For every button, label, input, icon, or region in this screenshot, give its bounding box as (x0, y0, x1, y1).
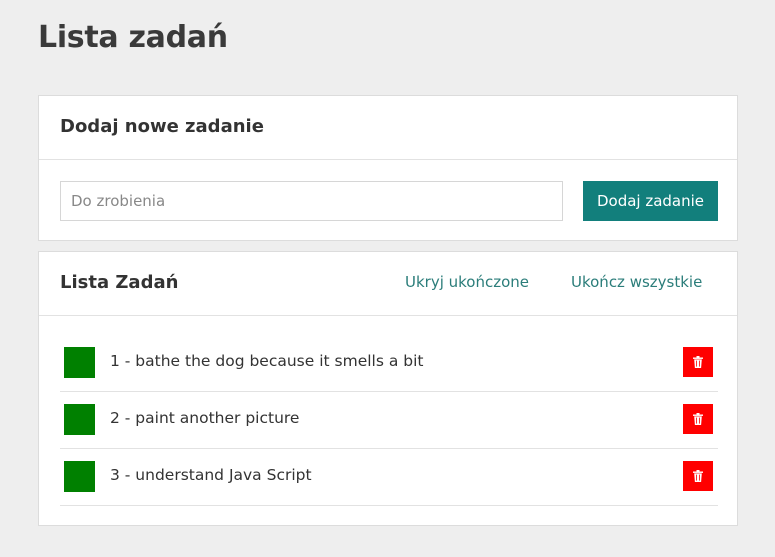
task-list-card: Lista Zadań Ukryj ukończone Ukończ wszys… (38, 251, 738, 526)
delete-task-button[interactable] (683, 404, 713, 434)
task-list-card-title: Lista Zadań (60, 272, 179, 293)
trash-icon (693, 470, 703, 482)
task-item: 3 - understand Java Script (60, 449, 718, 506)
delete-task-button[interactable] (683, 347, 713, 377)
task-item: 1 - bathe the dog because it smells a bi… (60, 335, 718, 392)
add-task-card: Dodaj nowe zadanie Dodaj zadanie (38, 95, 738, 241)
complete-all-link[interactable]: Ukończ wszystkie (571, 273, 702, 291)
task-complete-toggle[interactable] (64, 461, 95, 492)
task-complete-toggle[interactable] (64, 404, 95, 435)
new-task-input[interactable] (60, 181, 563, 221)
trash-icon (693, 356, 703, 368)
page: Lista zadań Dodaj nowe zadanie Dodaj zad… (0, 0, 775, 557)
add-task-card-title: Dodaj nowe zadanie (60, 116, 264, 137)
task-text: 3 - understand Java Script (110, 466, 312, 484)
task-text: 1 - bathe the dog because it smells a bi… (110, 352, 424, 370)
task-list: 1 - bathe the dog because it smells a bi… (60, 335, 718, 506)
page-title: Lista zadań (38, 20, 228, 55)
task-text: 2 - paint another picture (110, 409, 300, 427)
add-task-card-header: Dodaj nowe zadanie (39, 96, 737, 160)
hide-completed-link[interactable]: Ukryj ukończone (405, 273, 529, 291)
task-list-card-header: Lista Zadań Ukryj ukończone Ukończ wszys… (39, 252, 737, 316)
trash-icon (693, 413, 703, 425)
add-task-button[interactable]: Dodaj zadanie (583, 181, 718, 221)
delete-task-button[interactable] (683, 461, 713, 491)
task-item: 2 - paint another picture (60, 392, 718, 449)
task-complete-toggle[interactable] (64, 347, 95, 378)
